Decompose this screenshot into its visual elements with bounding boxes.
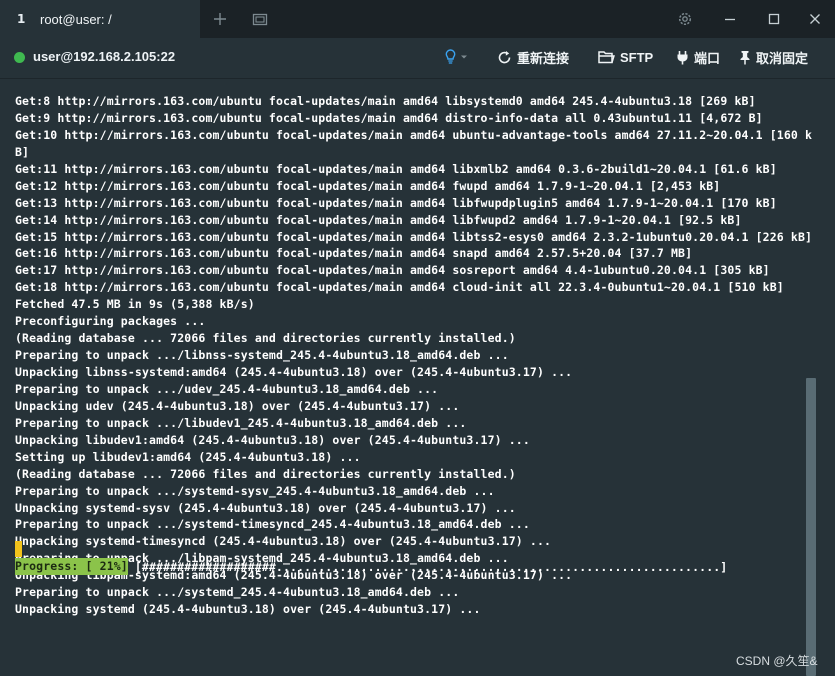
terminal-line: Get:18 http://mirrors.163.com/ubuntu foc… [15, 280, 784, 295]
terminal-line: Get:17 http://mirrors.163.com/ubuntu foc… [15, 263, 770, 278]
plug-icon [677, 50, 688, 64]
apt-progress: Progress: [ 21%] [###################...… [15, 558, 727, 575]
terminal-line: Setting up libudev1:amd64 (245.4-4ubuntu… [15, 449, 361, 464]
reconnect-button[interactable]: 重新连接 [497, 47, 569, 67]
progress-bar: [###################....................… [134, 559, 728, 574]
progress-label: Progress: [ 21%] [15, 558, 128, 575]
lightbulb-icon [445, 49, 467, 64]
tab-number: 1 [17, 12, 26, 26]
terminal-line: (Reading database ... 72066 files and di… [15, 466, 516, 481]
terminal-line: Get:13 http://mirrors.163.com/ubuntu foc… [15, 195, 777, 210]
terminal-line: Preparing to unpack .../libnss-systemd_2… [15, 348, 509, 363]
terminal-line: Get:14 http://mirrors.163.com/ubuntu foc… [15, 212, 742, 227]
terminal-line: Preparing to unpack .../systemd-sysv_245… [15, 483, 495, 498]
terminal-output[interactable]: Get:8 http://mirrors.163.com/ubuntu foca… [0, 79, 820, 676]
terminal-line: Unpacking libudev1:amd64 (245.4-4ubuntu3… [15, 432, 530, 447]
pin-icon [740, 50, 750, 64]
tab-title: root@user: / [40, 11, 112, 27]
minimize-icon[interactable] [721, 10, 739, 28]
reconnect-label: 重新连接 [517, 50, 570, 66]
tab-bar: 1 root@user: / [0, 0, 835, 38]
tab-list-icon[interactable] [251, 10, 269, 28]
unpin-button[interactable]: 取消固定 [739, 47, 808, 67]
session-toolbar: user@192.168.2.105:22 重新连接 SFTP 端口 取消固定 [0, 38, 835, 79]
unpin-label: 取消固定 [756, 50, 809, 66]
terminal-line: Get:11 http://mirrors.163.com/ubuntu foc… [15, 161, 777, 176]
terminal-scrollbar[interactable] [820, 79, 835, 676]
session-tab[interactable]: 1 root@user: / [0, 0, 200, 38]
terminal-line: Preparing to unpack .../libudev1_245.4-4… [15, 415, 467, 430]
tips-button[interactable] [444, 47, 475, 67]
terminal-line: Get:10 http://mirrors.163.com/ubuntu foc… [15, 127, 813, 142]
terminal-cursor [15, 541, 22, 557]
close-icon[interactable] [806, 10, 824, 28]
connection-status-icon [14, 52, 25, 63]
terminal-line: Unpacking systemd-timesyncd (245.4-4ubun… [15, 534, 552, 549]
maximize-icon[interactable] [765, 10, 783, 28]
new-tab-icon[interactable] [211, 10, 229, 28]
folder-icon [598, 51, 615, 64]
terminal-line: Preparing to unpack .../systemd_245.4-4u… [15, 585, 460, 600]
sftp-label: SFTP [620, 49, 654, 65]
terminal-line: Unpacking systemd (245.4-4ubuntu3.18) ov… [15, 602, 481, 617]
terminal-line: B] [15, 144, 30, 159]
terminal-line: Unpacking udev (245.4-4ubuntu3.18) over … [15, 398, 460, 413]
sftp-button[interactable]: SFTP [598, 47, 653, 67]
terminal-line: Get:16 http://mirrors.163.com/ubuntu foc… [15, 246, 693, 261]
terminal-line: Get:8 http://mirrors.163.com/ubuntu foca… [15, 94, 756, 108]
terminal-line: Get:15 http://mirrors.163.com/ubuntu foc… [15, 229, 813, 244]
port-forward-button[interactable]: 端口 [676, 47, 720, 67]
refresh-icon [498, 50, 511, 63]
terminal-line: (Reading database ... 72066 files and di… [15, 331, 516, 346]
gear-icon[interactable] [676, 10, 694, 28]
port-label: 端口 [694, 50, 721, 66]
terminal-lines: Get:8 http://mirrors.163.com/ubuntu foca… [15, 93, 812, 618]
terminal-line: Get:12 http://mirrors.163.com/ubuntu foc… [15, 178, 721, 193]
terminal-line: Unpacking libnss-systemd:amd64 (245.4-4u… [15, 365, 573, 379]
host-address: user@192.168.2.105:22 [33, 49, 176, 64]
terminal-line: Unpacking systemd-sysv (245.4-4ubuntu3.1… [15, 500, 516, 515]
terminal-line: Get:9 http://mirrors.163.com/ubuntu foca… [15, 110, 763, 125]
terminal-line: Fetched 47.5 MB in 9s (5,388 kB/s) [15, 297, 255, 312]
watermark: CSDN @久笙& [736, 654, 818, 668]
scrollbar-thumb[interactable] [806, 378, 816, 676]
terminal-line: Preparing to unpack .../systemd-timesync… [15, 517, 530, 532]
terminal-line: Preconfiguring packages ... [15, 314, 206, 329]
terminal-line: Preparing to unpack .../udev_245.4-4ubun… [15, 381, 439, 396]
